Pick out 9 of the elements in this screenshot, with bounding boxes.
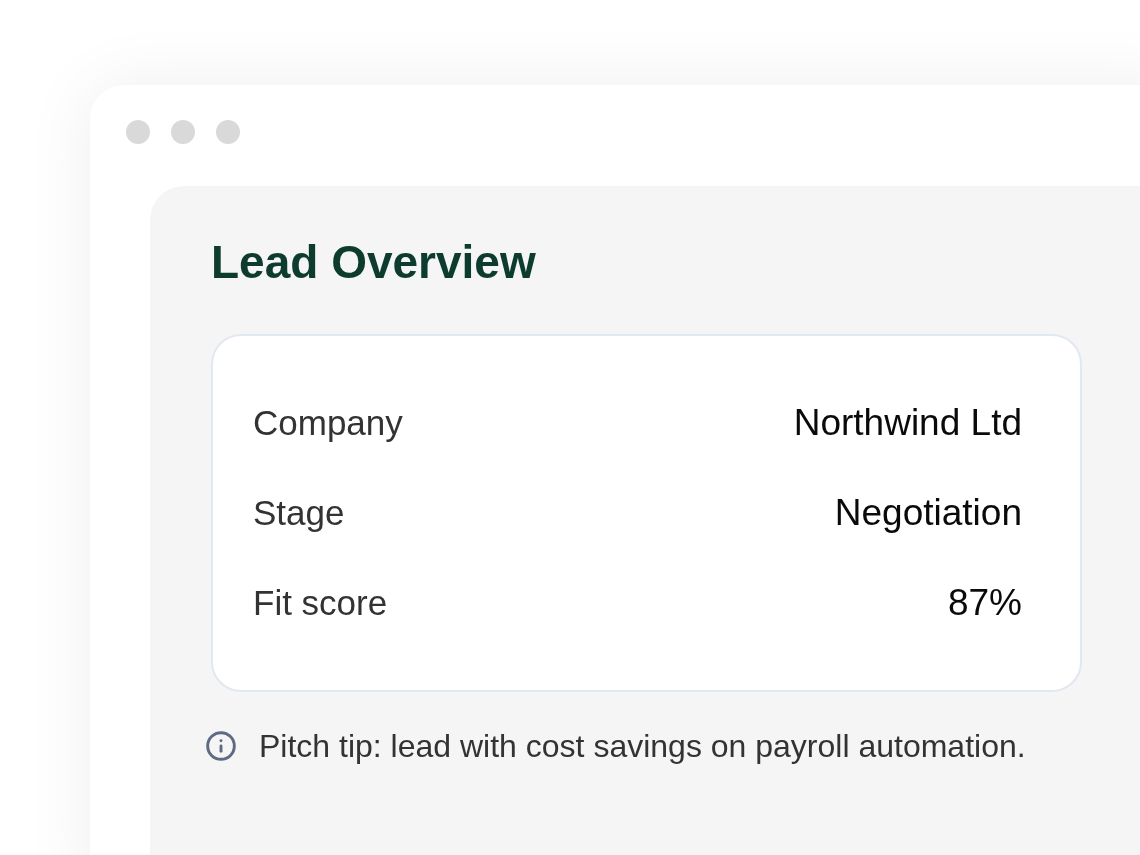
page-title: Lead Overview <box>211 235 536 290</box>
field-value: 87% <box>947 581 1022 626</box>
field-label: Stage <box>253 491 345 534</box>
field-label: Company <box>253 401 403 444</box>
info-icon <box>205 730 237 763</box>
field-value: Northwind Ltd <box>793 401 1022 446</box>
field-label: Fit score <box>253 581 388 624</box>
pitch-tip-text: Pitch tip: lead with cost savings on payroll automation. <box>259 727 1026 767</box>
field-value: Negotiation <box>834 491 1022 536</box>
